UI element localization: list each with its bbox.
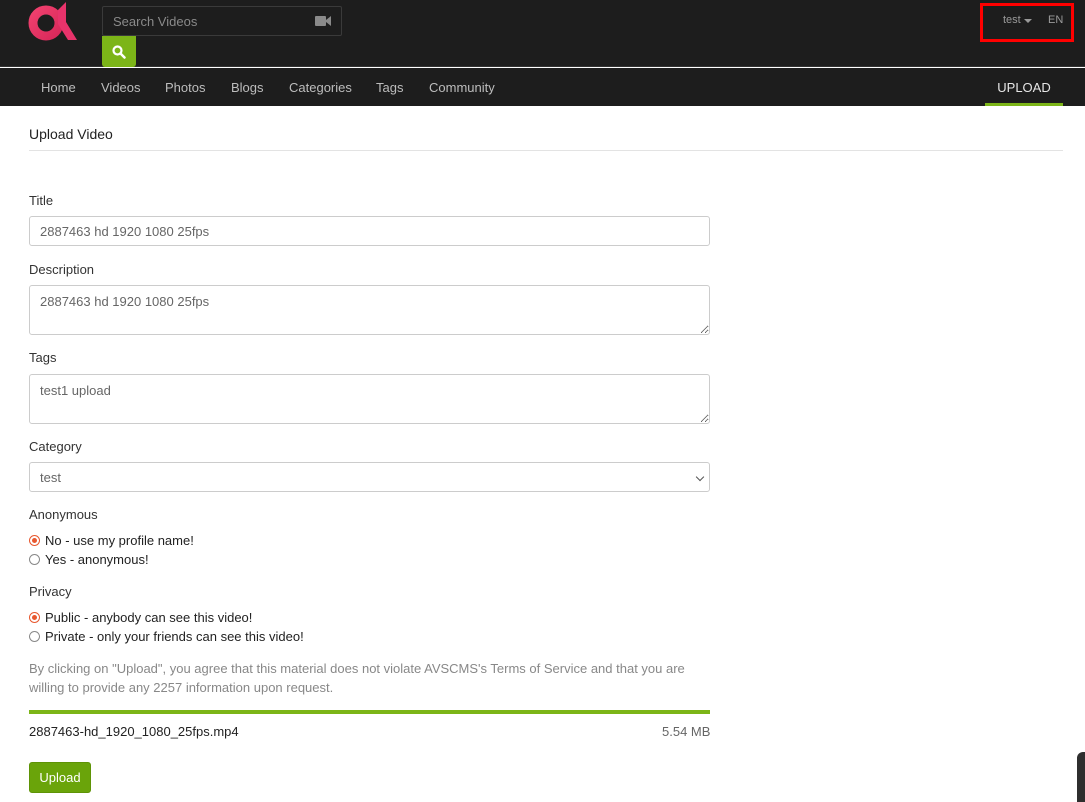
radio-label: No - use my profile name!: [45, 533, 194, 548]
language-selector[interactable]: EN: [1048, 14, 1063, 26]
privacy-option-public[interactable]: Public - anybody can see this video!: [29, 610, 252, 625]
search-button[interactable]: [102, 36, 136, 67]
tags-label: Tags: [29, 350, 57, 365]
nav-community[interactable]: Community: [429, 80, 495, 95]
main-nav: Home Videos Photos Blogs Categories Tags…: [0, 68, 1085, 106]
privacy-option-private[interactable]: Private - only your friends can see this…: [29, 629, 304, 644]
search-icon: [112, 44, 126, 59]
username: test: [1003, 14, 1021, 26]
divider: [29, 150, 1063, 151]
floating-widget-tab[interactable]: [1077, 752, 1085, 802]
category-select[interactable]: test: [29, 462, 710, 492]
description-label: Description: [29, 262, 95, 277]
nav-videos[interactable]: Videos: [101, 80, 141, 95]
search-box: [102, 6, 342, 36]
anonymous-label: Anonymous: [29, 507, 98, 522]
site-logo-icon[interactable]: [28, 2, 80, 42]
radio-checked-icon[interactable]: [29, 535, 40, 546]
title-input[interactable]: [29, 216, 710, 246]
upload-button[interactable]: Upload: [29, 762, 91, 793]
radio-label: Yes - anonymous!: [45, 552, 149, 567]
radio-checked-icon[interactable]: [29, 612, 40, 623]
nav-categories[interactable]: Categories: [289, 80, 352, 95]
search-input[interactable]: [103, 7, 303, 35]
anonymous-option-yes[interactable]: Yes - anonymous!: [29, 552, 149, 567]
nav-photos[interactable]: Photos: [165, 80, 205, 95]
tags-textarea[interactable]: test1 upload: [29, 374, 710, 424]
terms-notice: By clicking on "Upload", you agree that …: [29, 661, 685, 695]
privacy-label: Privacy: [29, 584, 72, 599]
description-textarea[interactable]: 2887463 hd 1920 1080 25fps: [29, 285, 710, 335]
category-label: Category: [29, 439, 82, 454]
caret-down-icon: [1023, 18, 1032, 23]
video-camera-icon[interactable]: [315, 16, 331, 26]
file-name: 2887463-hd_1920_1080_25fps.mp4: [29, 724, 239, 739]
title-label: Title: [29, 193, 54, 208]
radio-unchecked-icon[interactable]: [29, 631, 40, 642]
file-size: 5.54 MB: [662, 724, 711, 739]
nav-tags[interactable]: Tags: [376, 80, 403, 95]
nav-blogs[interactable]: Blogs: [231, 80, 264, 95]
page-title: Upload Video: [29, 126, 113, 142]
anonymous-option-no[interactable]: No - use my profile name!: [29, 533, 194, 548]
nav-upload[interactable]: UPLOAD: [985, 68, 1063, 106]
upload-progress-bar: [29, 710, 710, 714]
radio-label: Public - anybody can see this video!: [45, 610, 253, 625]
user-menu[interactable]: test: [1003, 14, 1032, 26]
radio-label: Private - only your friends can see this…: [45, 629, 304, 644]
nav-home[interactable]: Home: [41, 80, 76, 95]
top-header: test EN: [0, 0, 1085, 67]
upload-progress-fill: [29, 710, 710, 714]
radio-unchecked-icon[interactable]: [29, 554, 40, 565]
